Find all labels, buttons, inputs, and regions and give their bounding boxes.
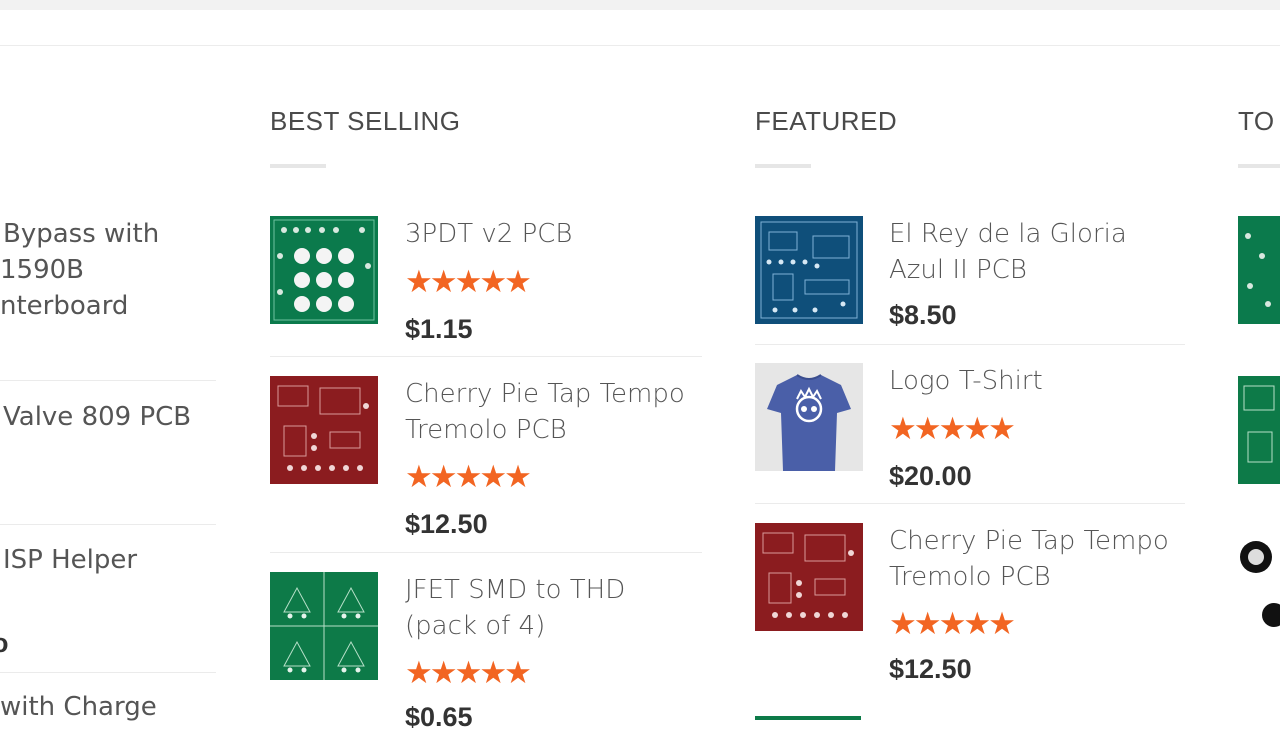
- item-divider: [755, 503, 1185, 504]
- product-item[interactable]: 3PDT v2 PCB ★★★★★ $1.15: [270, 216, 702, 356]
- item-divider: [270, 552, 702, 553]
- product-name[interactable]: El Rey de la Gloria Azul II PCB: [889, 216, 1185, 288]
- product-thumbnail[interactable]: [755, 523, 863, 631]
- product-price: o: [0, 628, 9, 658]
- product-price: $12.50: [405, 509, 488, 539]
- pcb-image: [270, 216, 378, 324]
- featured-column: FEATURED El Rey de la Gloria Azul II PCB…: [755, 0, 1185, 720]
- product-thumbnail[interactable]: [755, 216, 863, 324]
- product-thumbnail[interactable]: [755, 363, 863, 471]
- next-thumbnail-edge: [755, 716, 861, 720]
- product-name[interactable]: 3PDT v2 PCB: [405, 216, 702, 252]
- product-item[interactable]: Logo T-Shirt ★★★★★ $20.00: [755, 363, 1185, 503]
- product-name[interactable]: JFET SMD to THD (pack of 4): [405, 572, 702, 644]
- heading-underline: [755, 164, 811, 168]
- column-heading: TO: [1238, 106, 1275, 136]
- product-name[interactable]: Cherry Pie Tap Tempo Tremolo PCB: [405, 376, 702, 448]
- heading-underline: [1238, 164, 1280, 168]
- product-title-line[interactable]: Bypass with: [3, 216, 159, 252]
- rating-stars: ★★★★★: [405, 264, 532, 300]
- pcb-image: [755, 523, 863, 631]
- product-thumbnail[interactable]: [270, 376, 378, 484]
- item-divider: [0, 672, 216, 673]
- product-thumbnail[interactable]: [1238, 216, 1280, 324]
- pcb-image: [270, 376, 378, 484]
- product-name[interactable]: Cherry Pie Tap Tempo Tremolo PCB: [889, 523, 1185, 595]
- product-title-line[interactable]: nterboard: [0, 288, 128, 324]
- product-item[interactable]: Cherry Pie Tap Tempo Tremolo PCB ★★★★★ $…: [755, 523, 1185, 713]
- item-divider: [0, 380, 216, 381]
- pcb-image: [1238, 376, 1280, 484]
- rating-stars: ★★★★★: [889, 411, 1016, 447]
- product-item[interactable]: El Rey de la Gloria Azul II PCB $8.50: [755, 216, 1185, 344]
- top-rated-column: TO: [1238, 0, 1280, 720]
- pcb-image: [755, 216, 863, 324]
- rating-stars: ★★★★★: [405, 459, 532, 495]
- rating-stars: ★★★★★: [405, 655, 532, 691]
- product-title-line[interactable]: 1590B: [0, 252, 84, 288]
- product-price: $0.65: [405, 702, 473, 732]
- product-thumbnail[interactable]: [1238, 376, 1280, 484]
- product-item[interactable]: JFET SMD to THD (pack of 4) ★★★★★ $0.65: [270, 572, 702, 732]
- product-price: $1.15: [405, 314, 473, 344]
- pcb-image: [270, 572, 378, 680]
- item-divider: [270, 356, 702, 357]
- product-thumbnail[interactable]: [270, 216, 378, 324]
- heading-underline: [270, 164, 326, 168]
- product-thumbnail[interactable]: [270, 572, 378, 680]
- product-title-line[interactable]: ISP Helper: [3, 542, 137, 578]
- knob-image: [1238, 535, 1280, 643]
- product-title-line[interactable]: Valve 809 PCB: [3, 399, 191, 435]
- left-product-column: Bypass with 1590B nterboard Valve 809 PC…: [0, 0, 216, 722]
- product-price: $8.50: [889, 300, 957, 330]
- product-price: $20.00: [889, 461, 972, 491]
- product-name[interactable]: Logo T-Shirt: [889, 363, 1185, 399]
- product-thumbnail[interactable]: [1238, 535, 1280, 643]
- column-heading: BEST SELLING: [270, 106, 461, 136]
- item-divider: [0, 524, 216, 525]
- best-selling-column: BEST SELLING 3PDT v2 PCB ★★★★★ $1.15 Che…: [270, 0, 702, 732]
- pcb-image: [1238, 216, 1280, 324]
- tshirt-image: [755, 363, 863, 471]
- product-price: $12.50: [889, 654, 972, 684]
- product-item[interactable]: Cherry Pie Tap Tempo Tremolo PCB ★★★★★ $…: [270, 376, 702, 552]
- column-heading: FEATURED: [755, 106, 898, 136]
- rating-stars: ★★★★★: [889, 606, 1016, 642]
- item-divider: [755, 344, 1185, 345]
